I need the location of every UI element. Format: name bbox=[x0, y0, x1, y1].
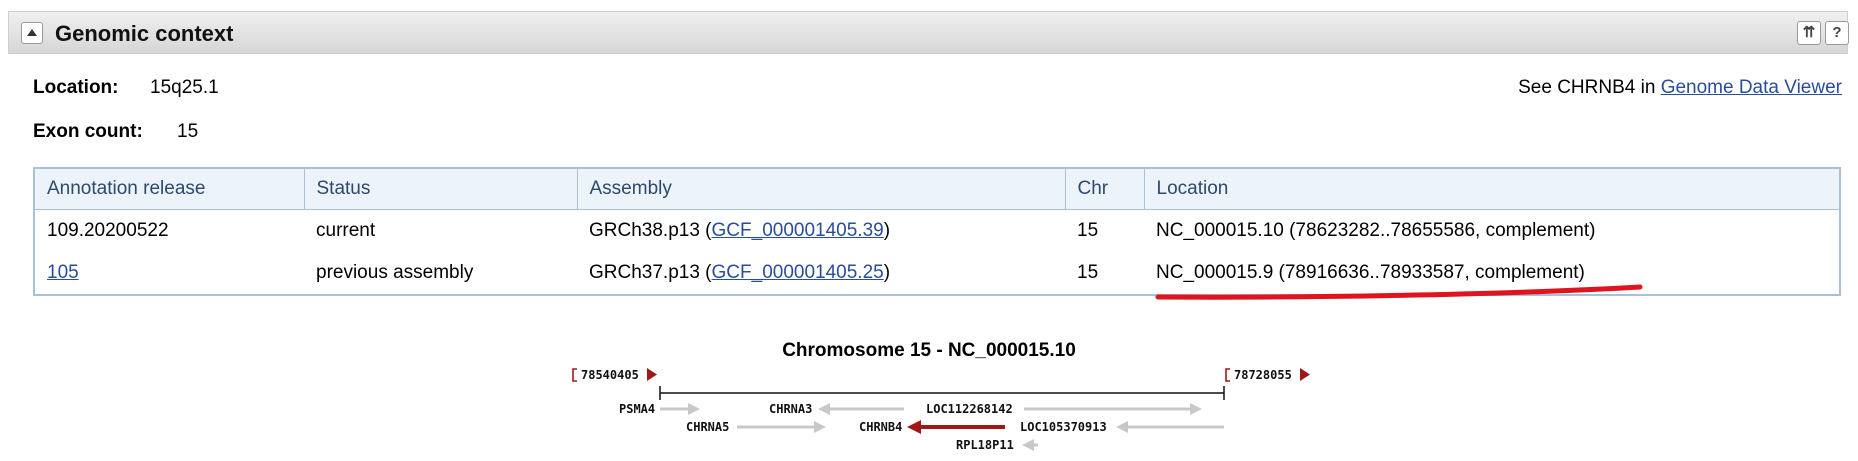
help-icon[interactable]: ? bbox=[1825, 21, 1849, 45]
table-row: 109.20200522 current GRCh38.p13 (GCF_000… bbox=[34, 210, 1840, 253]
range-end-marker: 78728055 bbox=[1225, 368, 1310, 382]
status-cell: current bbox=[316, 220, 376, 241]
svg-text:PSMA4: PSMA4 bbox=[619, 402, 655, 416]
gene-psma4[interactable]: PSMA4 bbox=[619, 402, 700, 416]
assembly-accession-link[interactable]: GCF_000001405.25 bbox=[712, 262, 884, 283]
gene-chrnb4[interactable]: CHRNB4 bbox=[859, 420, 1005, 434]
genome-data-viewer-text: See CHRNB4 in Genome Data Viewer bbox=[1518, 77, 1842, 99]
genome-data-viewer-link[interactable]: Genome Data Viewer bbox=[1661, 77, 1842, 98]
col-status: Status bbox=[303, 168, 577, 210]
col-chr: Chr bbox=[1064, 168, 1144, 210]
gene-chrna3[interactable]: CHRNA3 bbox=[769, 402, 904, 416]
range-start-label: 78540405 bbox=[581, 368, 639, 382]
release-cell: 109.20200522 bbox=[47, 220, 169, 241]
assembly-name: GRCh38.p13 bbox=[589, 220, 700, 241]
release-cell: 105 bbox=[34, 252, 304, 295]
assembly-name: GRCh37.p13 bbox=[589, 262, 700, 283]
location-cell: NC_000015.10 (78623282..78655586, comple… bbox=[1156, 220, 1596, 241]
table-row: 105 previous assembly GRCh37.p13 (GCF_00… bbox=[34, 252, 1840, 295]
location-value: 15q25.1 bbox=[150, 77, 219, 98]
release-link[interactable]: 105 bbox=[47, 262, 79, 283]
svg-text:LOC105370913: LOC105370913 bbox=[1020, 420, 1107, 434]
svg-text:RPL18P11: RPL18P11 bbox=[956, 438, 1014, 452]
annotation-table: Annotation release Status Assembly Chr L… bbox=[33, 167, 1841, 296]
gene-map[interactable]: 78540405 78728055 PSMA4 CHRNA3 LOC112268… bbox=[0, 355, 1858, 461]
table-header-row: Annotation release Status Assembly Chr L… bbox=[34, 168, 1840, 210]
location-cell: NC_000015.9 (78916636..78933587, complem… bbox=[1156, 262, 1585, 283]
gene-loc105370913[interactable]: LOC105370913 bbox=[1020, 420, 1224, 434]
chr-cell: 15 bbox=[1077, 220, 1099, 241]
gene-loc112268142[interactable]: LOC112268142 bbox=[926, 402, 1202, 416]
gene-rpl18p11[interactable]: RPL18P11 bbox=[956, 438, 1038, 452]
status-cell: previous assembly bbox=[316, 262, 474, 283]
chr-cell: 15 bbox=[1077, 262, 1099, 283]
col-assembly: Assembly bbox=[576, 168, 1065, 210]
exon-count-value: 15 bbox=[177, 121, 199, 142]
col-annotation-release: Annotation release bbox=[34, 168, 304, 210]
range-start-marker: 78540405 bbox=[572, 368, 657, 382]
range-end-label: 78728055 bbox=[1234, 368, 1292, 382]
svg-text:CHRNA5: CHRNA5 bbox=[686, 420, 729, 434]
col-location: Location bbox=[1143, 168, 1840, 210]
assembly-cell: GRCh37.p13 (GCF_000001405.25) bbox=[589, 262, 891, 283]
gene-chrna5[interactable]: CHRNA5 bbox=[686, 420, 826, 434]
svg-text:CHRNA3: CHRNA3 bbox=[769, 402, 812, 416]
assembly-accession-link[interactable]: GCF_000001405.39 bbox=[712, 220, 884, 241]
collapse-toggle-icon[interactable] bbox=[21, 22, 43, 44]
gdv-prefix: See CHRNB4 in bbox=[1518, 77, 1661, 98]
assembly-cell: GRCh38.p13 (GCF_000001405.39) bbox=[589, 220, 891, 241]
section-title: Genomic context bbox=[55, 21, 234, 46]
location-label: Location: bbox=[33, 77, 119, 98]
scroll-top-icon[interactable]: ⇈ bbox=[1797, 21, 1821, 45]
exon-count-label: Exon count: bbox=[33, 121, 143, 142]
svg-text:CHRNB4: CHRNB4 bbox=[859, 420, 902, 434]
section-header: Genomic context ⇈ ? bbox=[8, 11, 1849, 54]
ruler bbox=[659, 386, 1225, 400]
svg-text:LOC112268142: LOC112268142 bbox=[926, 402, 1013, 416]
